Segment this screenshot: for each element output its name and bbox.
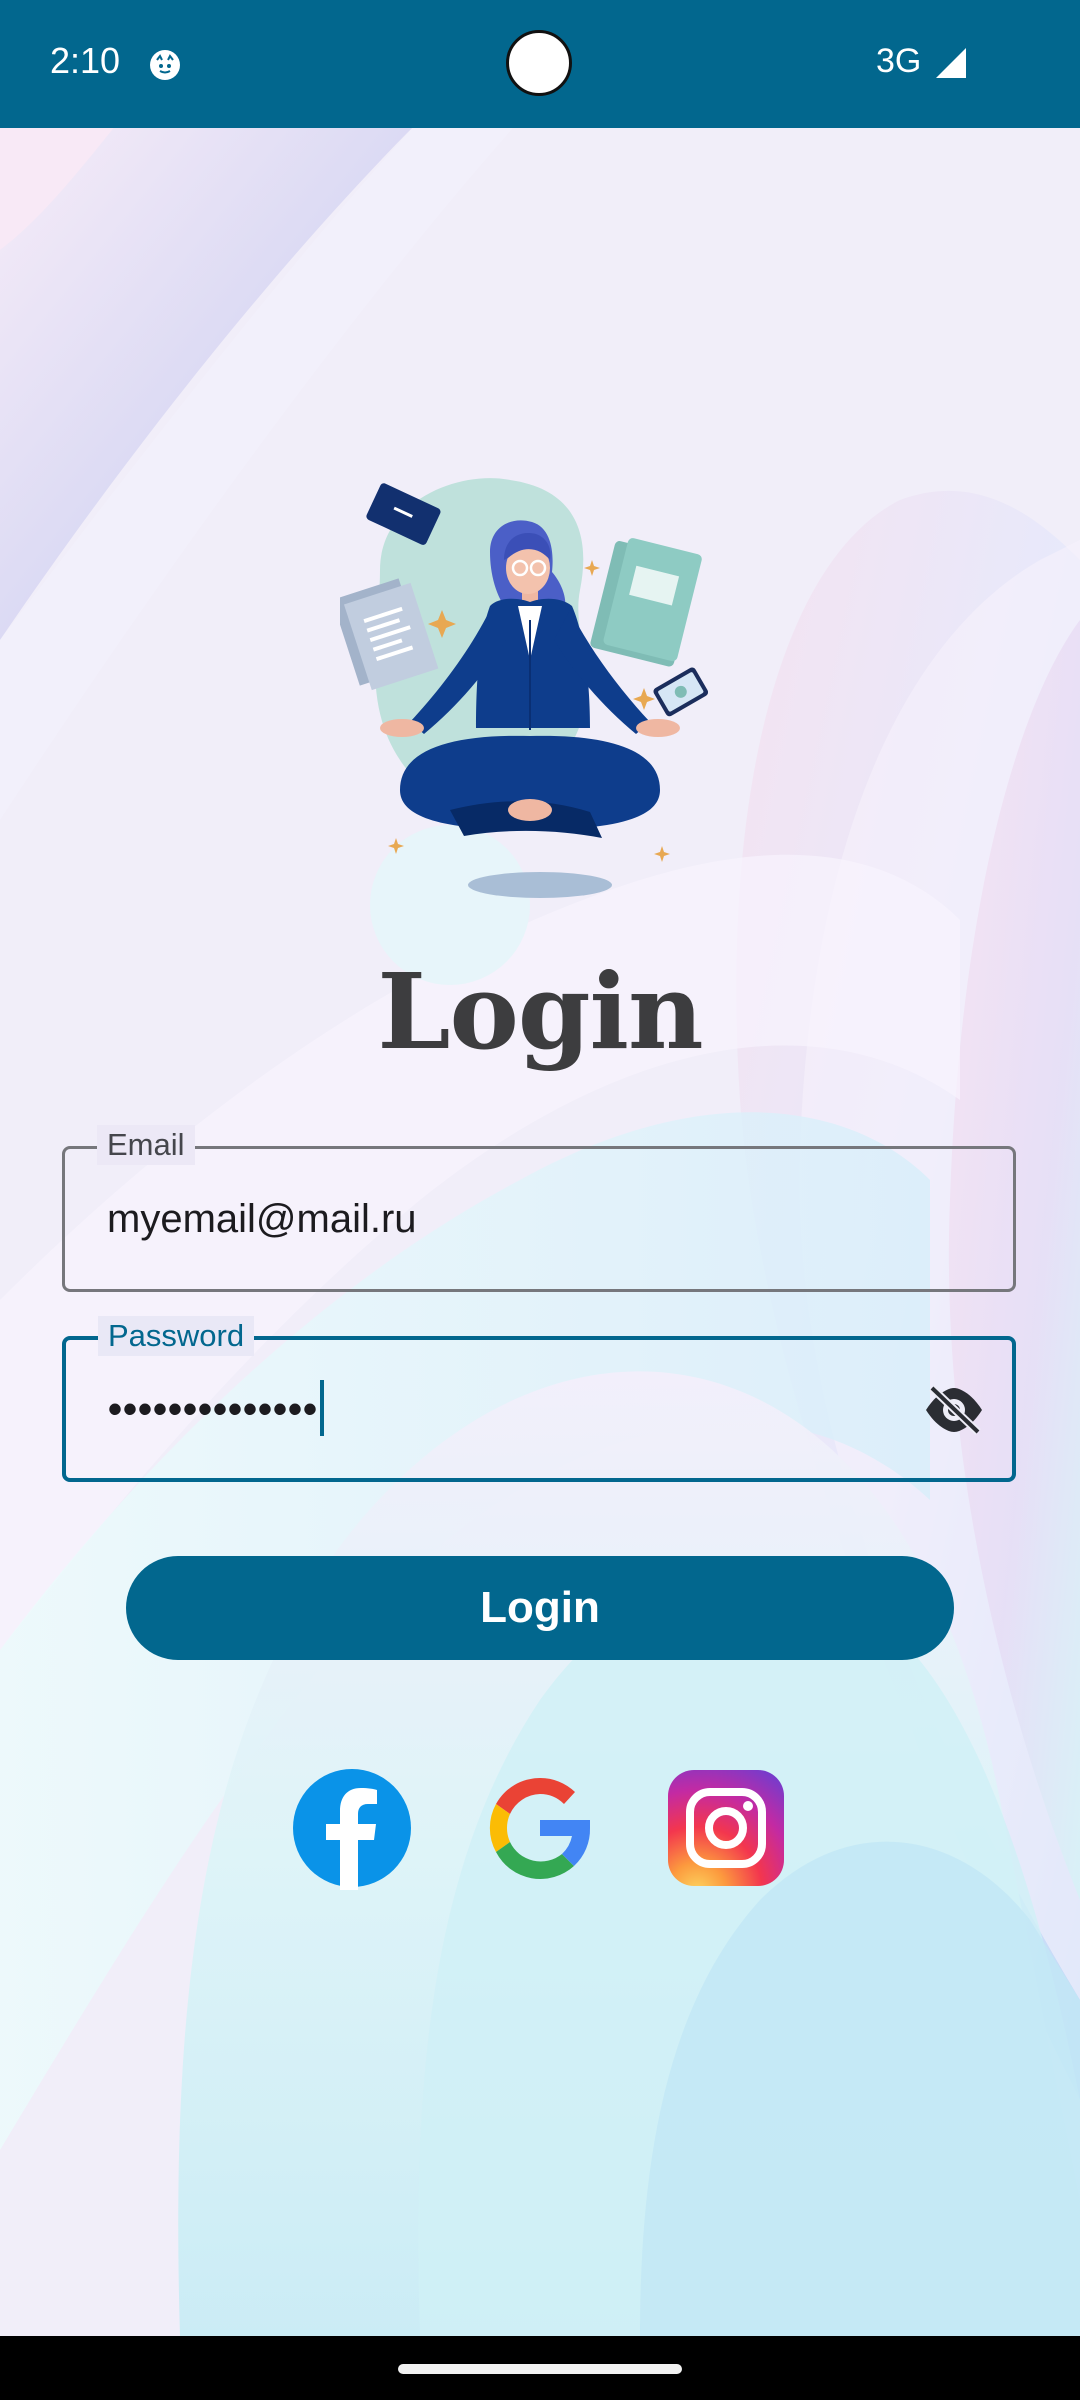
status-time: 2:10 — [50, 40, 121, 81]
email-input[interactable]: myemail@mail.ru — [107, 1197, 417, 1242]
password-field[interactable]: Password •••••••••••••• — [62, 1316, 1016, 1482]
cell-signal-icon — [936, 48, 966, 78]
navigation-bar — [0, 2336, 1080, 2400]
google-icon[interactable] — [478, 1766, 602, 1890]
password-input-wrap[interactable]: •••••••••••••• — [108, 1380, 325, 1440]
status-bar: 2:10 3G — [0, 0, 1080, 128]
network-type: 3G — [876, 42, 922, 80]
password-input[interactable]: •••••••••••••• — [108, 1388, 318, 1432]
email-field[interactable]: Email myemail@mail.ru — [62, 1125, 1016, 1292]
login-button[interactable]: Login — [126, 1556, 954, 1660]
visibility-off-icon[interactable] — [924, 1384, 984, 1436]
text-cursor — [320, 1380, 325, 1436]
password-label: Password — [98, 1316, 255, 1356]
notification-app-icon — [150, 50, 180, 80]
home-indicator[interactable] — [398, 2364, 682, 2374]
instagram-icon[interactable] — [668, 1770, 784, 1886]
email-label: Email — [97, 1125, 195, 1165]
meditation-illustration — [340, 478, 709, 898]
login-screen: 2:10 3G Login Email myemail@mail.ru Pass… — [0, 0, 1080, 2400]
camera-cutout — [506, 30, 572, 96]
page-title: Login — [377, 950, 703, 1073]
facebook-icon[interactable] — [290, 1766, 414, 1890]
